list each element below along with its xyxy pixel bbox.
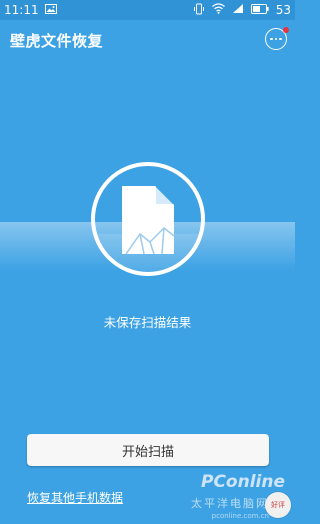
more-icon bbox=[270, 37, 282, 41]
notification-dot bbox=[283, 27, 289, 33]
app-bar: 壁虎文件恢复 bbox=[0, 20, 295, 60]
scan-area bbox=[0, 150, 295, 290]
more-button[interactable] bbox=[265, 27, 289, 50]
watermark: PConline 太平洋电脑网 pconline.com.cn 好评 bbox=[179, 472, 291, 522]
status-bar: 11:11 53 bbox=[0, 0, 295, 20]
status-left: 11:11 bbox=[0, 3, 57, 17]
start-scan-button[interactable]: 开始扫描 bbox=[27, 434, 269, 466]
battery-icon bbox=[250, 3, 269, 17]
scan-status-message: 未保存扫描结果 bbox=[103, 315, 192, 330]
app-title: 壁虎文件恢复 bbox=[10, 31, 104, 50]
status-time: 11:11 bbox=[4, 3, 39, 17]
recover-other-phone-link[interactable]: 恢复其他手机数据 bbox=[27, 489, 123, 506]
image-icon bbox=[44, 3, 57, 17]
battery-level: 53 bbox=[275, 3, 291, 17]
watermark-subtitle: 太平洋电脑网 bbox=[191, 497, 269, 510]
watermark-badge: 好评 bbox=[265, 492, 291, 518]
document-icon bbox=[120, 184, 176, 256]
watermark-brand: PConline bbox=[200, 472, 285, 492]
watermark-url: pconline.com.cn bbox=[211, 512, 269, 520]
signal-icon bbox=[232, 3, 244, 17]
wifi-icon bbox=[211, 3, 225, 17]
vibrate-icon bbox=[193, 3, 205, 18]
status-right: 53 bbox=[193, 3, 291, 18]
